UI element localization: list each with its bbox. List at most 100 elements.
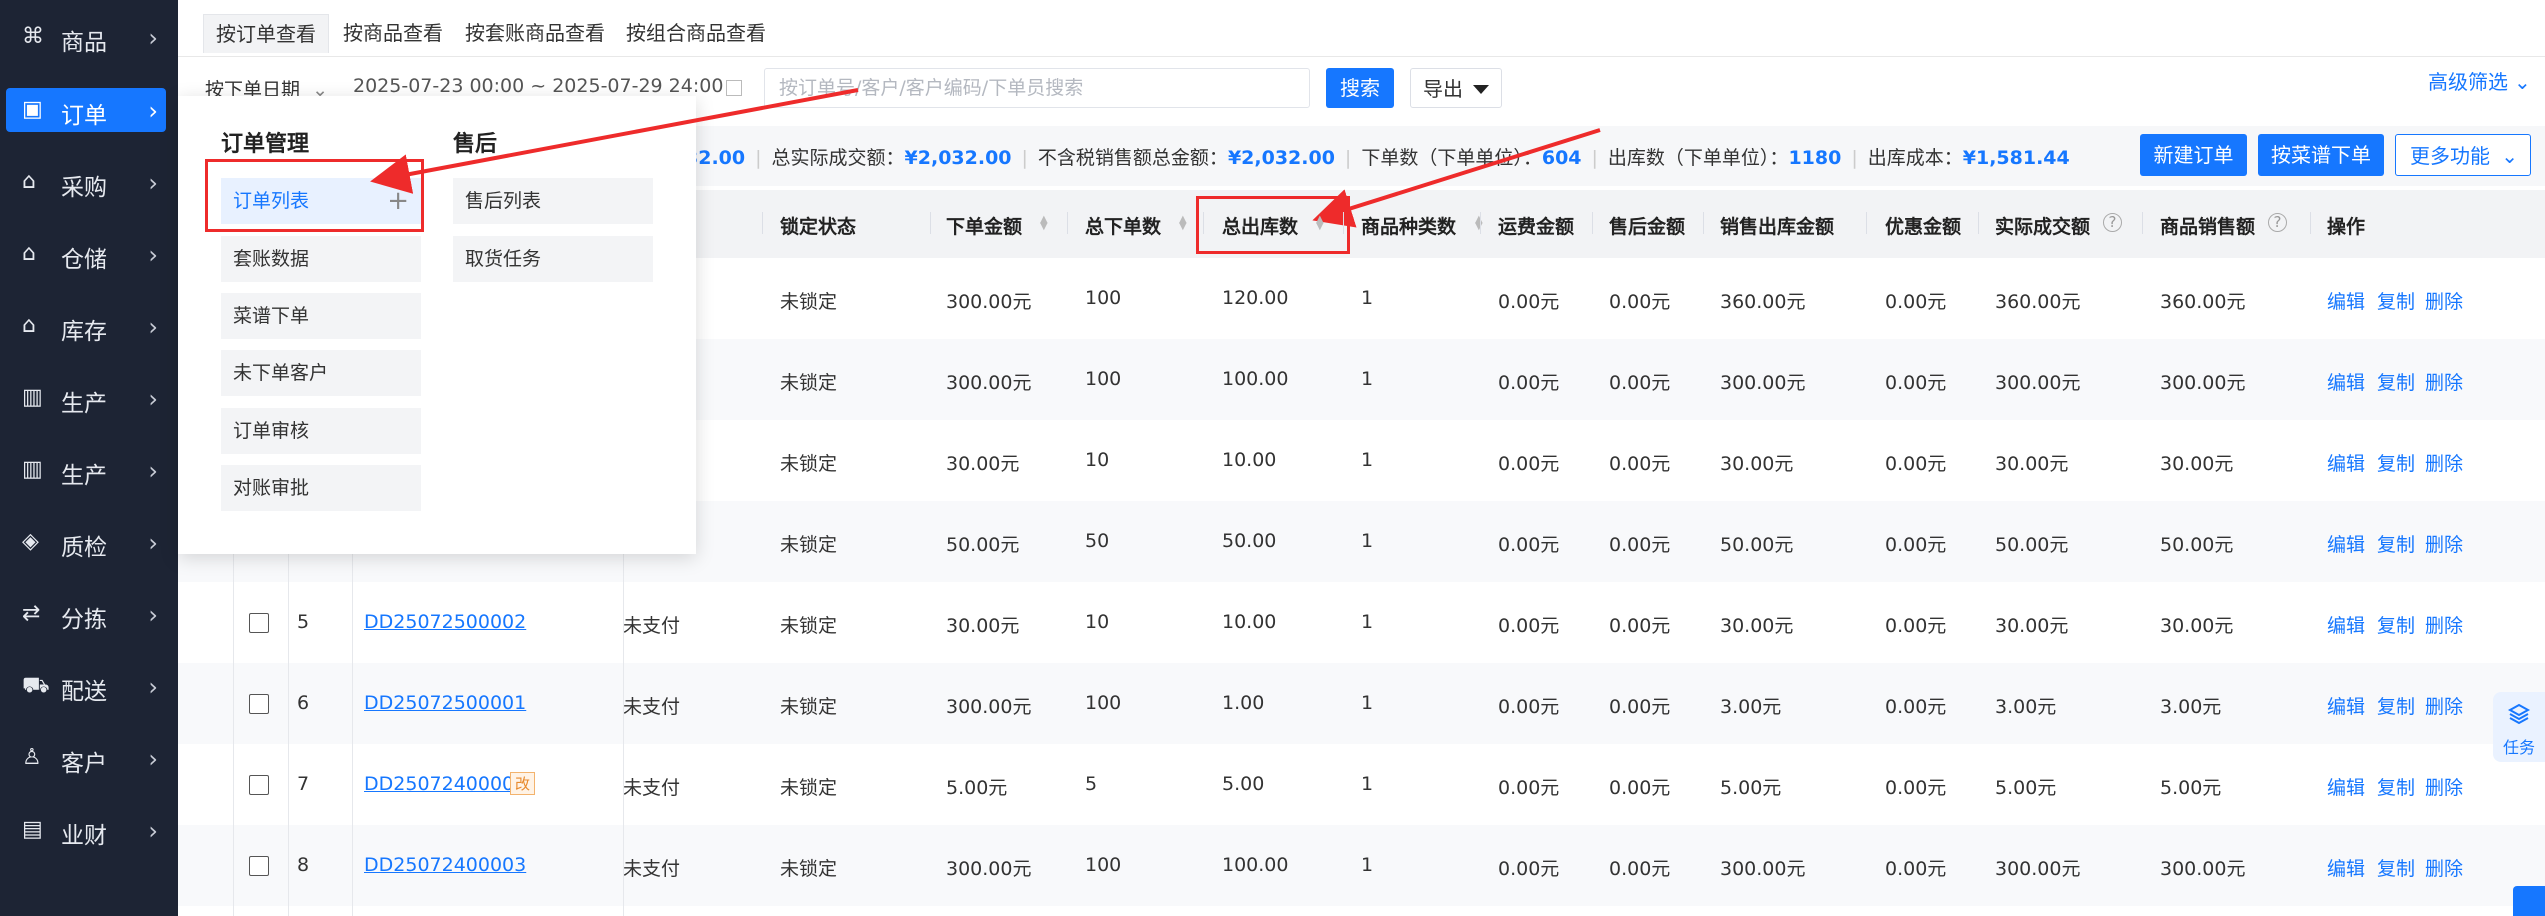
order-number-link[interactable]: DD25072400004 xyxy=(364,773,526,795)
menu-item-set-data[interactable]: 套账数据 xyxy=(221,236,421,282)
delete-link[interactable]: 删除 xyxy=(2425,854,2463,881)
header-divider xyxy=(1866,212,1867,234)
search-input[interactable] xyxy=(764,68,1310,108)
copy-link[interactable]: 复制 xyxy=(2377,287,2415,314)
copy-link[interactable]: 复制 xyxy=(2377,773,2415,800)
menu-item-pickup-task[interactable]: 取货任务 xyxy=(453,236,653,282)
sidebar-item-7[interactable]: ◈ 质检 › xyxy=(6,520,166,564)
sort-icon[interactable]: ▲ ▼ xyxy=(1179,215,1187,232)
delete-link[interactable]: 删除 xyxy=(2425,611,2463,638)
chevron-right-icon: › xyxy=(148,241,158,269)
cell-qty: 50 xyxy=(1085,530,1110,552)
cell-discount: 0.00元 xyxy=(1885,534,1947,556)
warehouse-icon: ⌂ xyxy=(22,241,36,266)
cell-actual: 5.00元 xyxy=(1995,777,2057,799)
date-range-picker[interactable]: 2025-07-23 00:00 ~ 2025-07-29 24:00 xyxy=(353,75,723,97)
cell-qty: 10 xyxy=(1085,449,1110,471)
tab-by-goods[interactable]: 按商品查看 xyxy=(331,14,455,52)
sort-icon[interactable]: ▲ ▼ xyxy=(1040,215,1048,232)
delete-link[interactable]: 删除 xyxy=(2425,368,2463,395)
column-header: 运费金额 xyxy=(1498,216,1575,238)
chevron-right-icon: › xyxy=(148,457,158,485)
delete-link[interactable]: 删除 xyxy=(2425,287,2463,314)
sidebar-item-2[interactable]: ⌂ 采购 › xyxy=(6,160,166,204)
sort-icon[interactable]: ▲ ▼ xyxy=(1475,215,1483,232)
task-widget[interactable]: 任务 xyxy=(2493,692,2545,762)
order-number-link[interactable]: DD25072500001 xyxy=(364,692,526,714)
column-header: 售后金额 xyxy=(1609,216,1686,238)
copy-link[interactable]: 复制 xyxy=(2377,692,2415,719)
sidebar-item-3[interactable]: ⌂ 仓储 › xyxy=(6,232,166,276)
sidebar-item-11[interactable]: ▤ 业财 › xyxy=(6,808,166,852)
edit-link[interactable]: 编辑 xyxy=(2327,692,2365,719)
cell-amount: 30.00元 xyxy=(946,615,1020,637)
recipe-order-button[interactable]: 按菜谱下单 xyxy=(2258,134,2384,176)
edit-link[interactable]: 编辑 xyxy=(2327,854,2365,881)
menu-item-no-order-customers[interactable]: 未下单客户 xyxy=(221,350,421,396)
copy-link[interactable]: 复制 xyxy=(2377,449,2415,476)
export-button[interactable]: 导出 xyxy=(1410,68,1502,108)
sort-icon[interactable]: ▲ ▼ xyxy=(1316,215,1324,232)
sidebar-item-6[interactable]: ▥ 生产 › xyxy=(6,448,166,492)
copy-link[interactable]: 复制 xyxy=(2377,611,2415,638)
edit-link[interactable]: 编辑 xyxy=(2327,449,2365,476)
search-button[interactable]: 搜索 xyxy=(1326,68,1394,108)
menu-item-reconciliation-approval[interactable]: 对账审批 xyxy=(221,465,421,511)
modified-badge: 改 xyxy=(510,772,536,795)
edit-link[interactable]: 编辑 xyxy=(2327,287,2365,314)
cell-goods: 300.00元 xyxy=(2160,372,2246,394)
sidebar-item-0[interactable]: ⌘ 商品 › xyxy=(6,15,166,59)
cell-freight: 0.00元 xyxy=(1498,291,1560,313)
cell-after: 0.00元 xyxy=(1609,615,1671,637)
cell-lock: 未锁定 xyxy=(780,615,838,637)
delete-link[interactable]: 删除 xyxy=(2425,692,2463,719)
help-icon[interactable]: ? xyxy=(2268,213,2287,232)
copy-link[interactable]: 复制 xyxy=(2377,854,2415,881)
sidebar-item-10[interactable]: ♙ 客户 › xyxy=(6,736,166,780)
tab-by-combo-goods[interactable]: 按组合商品查看 xyxy=(614,14,778,52)
sidebar-item-8[interactable]: ⇄ 分拣 › xyxy=(6,592,166,636)
menu-item-recipe-order[interactable]: 菜谱下单 xyxy=(221,293,421,339)
finance-icon: ▤ xyxy=(22,817,43,842)
tab-by-order[interactable]: 按订单查看 xyxy=(203,14,329,53)
user-icon: ♙ xyxy=(22,745,42,770)
copy-link[interactable]: 复制 xyxy=(2377,368,2415,395)
help-icon[interactable]: ? xyxy=(2103,213,2122,232)
edit-link[interactable]: 编辑 xyxy=(2327,611,2365,638)
delete-link[interactable]: 删除 xyxy=(2425,773,2463,800)
order-number-link[interactable]: DD25072400003 xyxy=(364,854,526,876)
cell-kinds: 1 xyxy=(1361,773,1374,795)
sidebar-item-9[interactable]: ⛟ 配送 › xyxy=(6,664,166,708)
more-functions-button[interactable]: 更多功能 ⌄ xyxy=(2395,134,2531,176)
sidebar-item-5[interactable]: ▥ 生产 › xyxy=(6,376,166,420)
cell-goods: 30.00元 xyxy=(2160,453,2234,475)
copy-link[interactable]: 复制 xyxy=(2377,530,2415,557)
corner-action-icon[interactable] xyxy=(2513,886,2545,916)
menu-item-order-review[interactable]: 订单审核 xyxy=(221,408,421,454)
column-header[interactable]: 下单金额 xyxy=(946,212,1022,239)
order-number-link[interactable]: DD25072500002 xyxy=(364,611,526,633)
cell-goods: 30.00元 xyxy=(2160,615,2234,637)
sidebar-item-4[interactable]: ⌂ 库存 › xyxy=(6,304,166,348)
row-checkbox[interactable] xyxy=(249,856,269,876)
sidebar-item-1[interactable]: ▣ 订单 › xyxy=(6,88,166,132)
menu-item-after-sale-list[interactable]: 售后列表 xyxy=(453,178,653,224)
tab-by-set-goods[interactable]: 按套账商品查看 xyxy=(453,14,617,52)
row-checkbox[interactable] xyxy=(249,775,269,795)
row-checkbox[interactable] xyxy=(249,694,269,714)
edit-link[interactable]: 编辑 xyxy=(2327,773,2365,800)
cell-discount: 0.00元 xyxy=(1885,777,1947,799)
column-header[interactable]: 总出库数 xyxy=(1222,212,1298,239)
advanced-filter-link[interactable]: 高级筛选 ⌄ xyxy=(2428,66,2531,95)
column-header[interactable]: 商品种类数 xyxy=(1361,212,1456,239)
sidebar: ⌘ 商品 › ▣ 订单 › ⌂ 采购 › ⌂ 仓储 › ⌂ 库存 › ▥ 生产 › ▥ 生产 › ◈ 质检 › ⇄ 分拣 › ⛟ 配送 ›… xyxy=(0,0,178,916)
cell-sales_out: 30.00元 xyxy=(1720,453,1794,475)
edit-link[interactable]: 编辑 xyxy=(2327,368,2365,395)
row-checkbox[interactable] xyxy=(249,613,269,633)
column-header[interactable]: 总下单数 xyxy=(1085,212,1161,239)
column-header: 锁定状态 xyxy=(780,216,857,238)
new-order-button[interactable]: 新建订单 xyxy=(2140,134,2247,176)
edit-link[interactable]: 编辑 xyxy=(2327,530,2365,557)
delete-link[interactable]: 删除 xyxy=(2425,449,2463,476)
delete-link[interactable]: 删除 xyxy=(2425,530,2463,557)
